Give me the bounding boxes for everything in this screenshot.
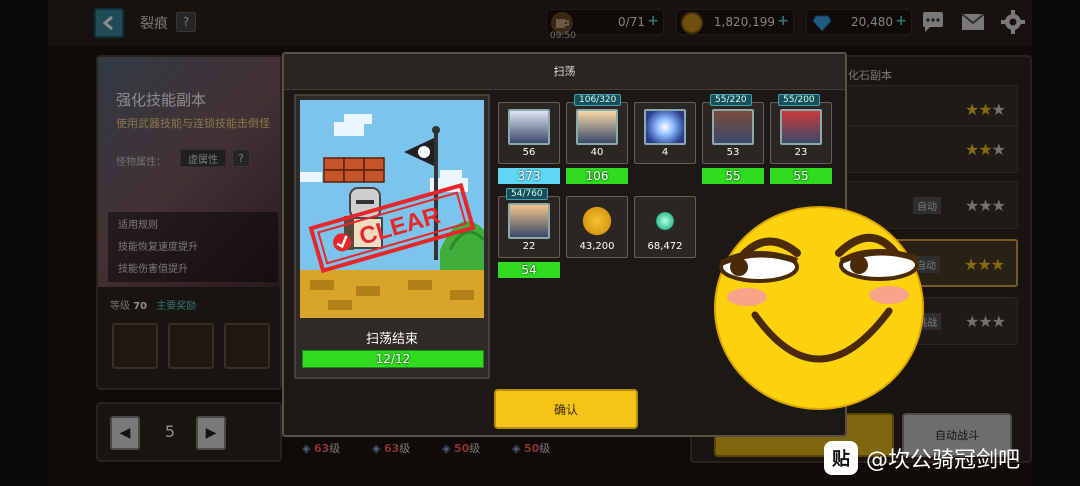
reward-count: 43,200 xyxy=(579,241,615,252)
reward-tile: 68,472 xyxy=(634,196,696,258)
dialog-title: 扫荡 xyxy=(284,54,845,90)
hero-fragment-icon xyxy=(508,109,550,145)
right-letterbox xyxy=(1032,0,1080,486)
left-letterbox xyxy=(0,0,48,486)
reward-gain-bar: 373 xyxy=(498,168,560,184)
watermark: 贴 @坎公骑冠剑吧 xyxy=(824,440,1020,476)
fragment-progress-badge: 55/220 xyxy=(710,94,752,106)
reward-tile: 4 xyxy=(634,102,696,164)
sweep-progress-text: 12/12 xyxy=(375,352,411,366)
reward-tile: 56 xyxy=(498,102,560,164)
reward-tile: 22 xyxy=(498,196,560,258)
reward-gain-bar: 55 xyxy=(702,168,764,184)
reward-count: 53 xyxy=(726,147,740,158)
reward-tile: 23 xyxy=(770,102,832,164)
crystal-icon xyxy=(644,109,686,145)
hero-fragment-icon xyxy=(576,109,618,145)
watermark-text: @坎公骑冠剑吧 xyxy=(866,448,1021,473)
smug-emoji-sticker xyxy=(713,205,925,411)
confirm-button[interactable]: 确认 xyxy=(494,389,638,429)
reward-count: 40 xyxy=(590,147,604,158)
hero-fragment-icon xyxy=(780,109,822,145)
reward-gain-bar: 54 xyxy=(498,262,560,278)
hero-fragment-icon xyxy=(712,109,754,145)
reward-count: 68,472 xyxy=(647,241,683,252)
green-gem-icon xyxy=(644,203,686,239)
reward-tile: 53 xyxy=(702,102,764,164)
gold-coin-icon xyxy=(576,203,618,239)
reward-gain-bar: 55 xyxy=(770,168,832,184)
tieba-logo-icon: 贴 xyxy=(824,441,858,475)
scene-illustration: CLEAR xyxy=(300,100,484,318)
reward-tile: 40 xyxy=(566,102,628,164)
fragment-progress-badge: 106/320 xyxy=(574,94,622,106)
sweep-progress-bar: 12/12 xyxy=(302,350,484,368)
reward-count: 4 xyxy=(661,147,669,158)
sweep-complete-label: 扫荡结束 xyxy=(365,332,418,347)
hero-fragment-icon xyxy=(508,203,550,239)
reward-gain-bar: 106 xyxy=(566,168,628,184)
reward-count: 23 xyxy=(794,147,808,158)
reward-tile: 43,200 xyxy=(566,196,628,258)
fragment-progress-badge: 54/760 xyxy=(506,188,548,200)
reward-count: 22 xyxy=(522,241,536,252)
sweep-scene: CLEAR 扫荡结束 12/12 xyxy=(294,94,490,379)
fragment-progress-badge: 55/200 xyxy=(778,94,820,106)
reward-count: 56 xyxy=(522,147,536,158)
